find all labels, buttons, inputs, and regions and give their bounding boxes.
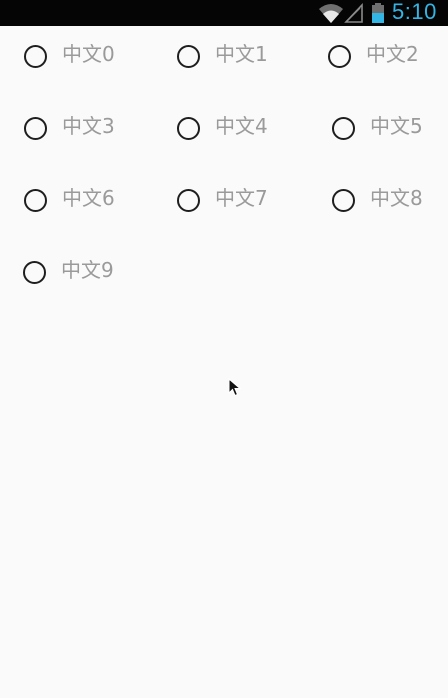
radio-circle-icon[interactable] [23,261,46,284]
wifi-icon [319,4,343,23]
radio-circle-icon[interactable] [177,45,200,68]
mouse-pointer-icon [228,378,242,397]
radio-label: 中文8 [370,186,423,210]
radio-label: 中文3 [62,114,115,138]
radio-label: 中文9 [61,258,114,282]
radio-label: 中文6 [62,186,115,210]
radio-circle-icon[interactable] [332,117,355,140]
radio-label: 中文2 [366,42,419,66]
radio-label: 中文4 [215,114,268,138]
radio-circle-icon[interactable] [332,189,355,212]
radio-circle-icon[interactable] [177,189,200,212]
radio-label: 中文1 [215,42,268,66]
radio-label: 中文0 [62,42,115,66]
radio-circle-icon[interactable] [24,189,47,212]
cell-signal-icon [344,2,363,23]
radio-circle-icon[interactable] [328,45,351,68]
radio-label: 中文5 [370,114,423,138]
radio-circle-icon[interactable] [24,45,47,68]
status-time: 5:10 [392,0,437,24]
radio-label: 中文7 [215,186,268,210]
battery-icon [372,3,384,23]
radio-circle-icon[interactable] [177,117,200,140]
status-bar: 5:10 [0,0,448,26]
radio-circle-icon[interactable] [24,117,47,140]
